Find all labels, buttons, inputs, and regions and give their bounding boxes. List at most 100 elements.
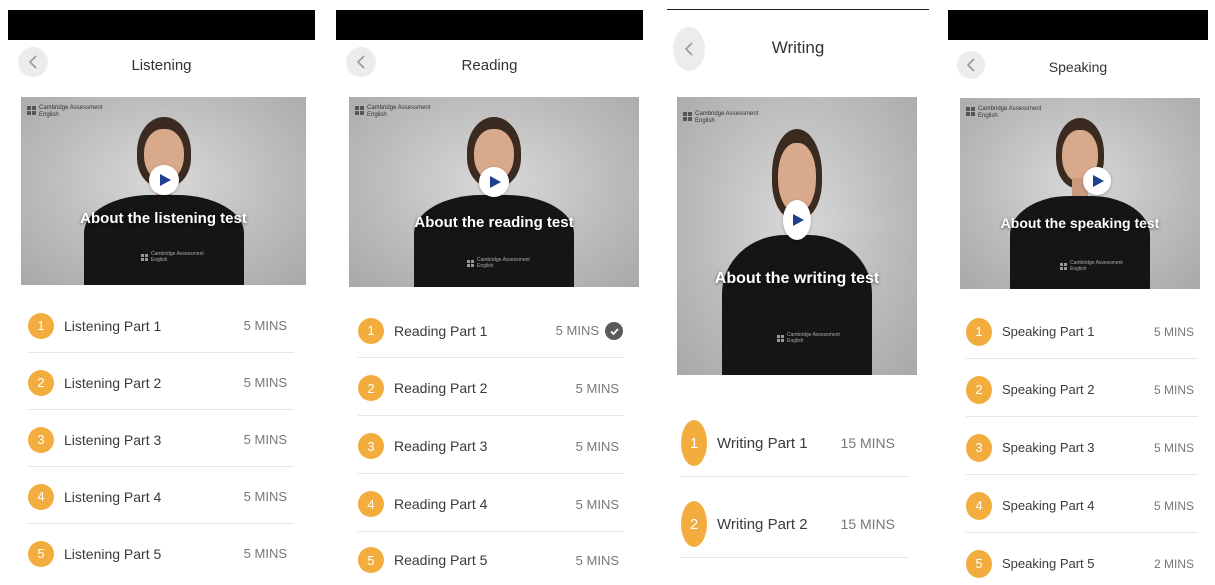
- shirt-logo: Cambridge Assessment English: [141, 251, 204, 263]
- part-row[interactable]: 3 Reading Part 3 5 MINS: [358, 418, 623, 474]
- listening-screen: Listening Cambridge Assessment English Ca…: [8, 0, 315, 585]
- row-divider: [358, 357, 623, 358]
- part-number-badge: 2: [966, 375, 992, 404]
- part-duration: 5 MINS: [243, 432, 287, 447]
- part-row[interactable]: 4 Speaking Part 4 5 MINS: [966, 478, 1198, 533]
- part-duration: 15 MINS: [840, 516, 895, 532]
- page-title: Speaking: [1048, 59, 1108, 75]
- row-divider: [681, 557, 909, 558]
- part-number-badge: 1: [358, 317, 384, 344]
- video-caption: About the writing test: [714, 270, 880, 287]
- part-duration: 5 MINS: [575, 380, 619, 396]
- part-duration: 2 MINS: [1153, 556, 1194, 571]
- part-row[interactable]: 4 Listening Part 4 5 MINS: [28, 469, 294, 524]
- part-label: Speaking Part 5: [1002, 556, 1095, 571]
- part-number-badge: 4: [358, 491, 384, 517]
- part-number-badge: 4: [28, 483, 54, 510]
- video-caption: About the reading test: [414, 214, 574, 231]
- part-label: Listening Part 5: [64, 545, 162, 562]
- part-label: Speaking Part 1: [1002, 324, 1095, 339]
- part-row[interactable]: 5 Speaking Part 5 2 MINS: [966, 536, 1198, 585]
- part-label: Speaking Part 4: [1002, 498, 1095, 513]
- part-row[interactable]: 5 Reading Part 5 5 MINS: [358, 534, 623, 585]
- part-label: Reading Part 5: [394, 552, 488, 568]
- part-label: Reading Part 4: [394, 496, 488, 512]
- row-divider: [966, 358, 1198, 359]
- play-button[interactable]: [783, 200, 811, 240]
- intro-video[interactable]: Cambridge Assessment English Cambridge As…: [960, 98, 1200, 289]
- row-divider: [681, 476, 909, 477]
- part-row[interactable]: 3 Listening Part 3 5 MINS: [28, 412, 294, 467]
- part-row[interactable]: 2 Reading Part 2 5 MINS: [358, 360, 623, 416]
- play-icon: [1093, 175, 1104, 187]
- video-caption: About the listening test: [80, 210, 247, 227]
- shirt-logo: Cambridge Assessment English: [1060, 260, 1123, 272]
- status-bar: [948, 10, 1208, 40]
- part-duration: 5 MINS: [575, 496, 619, 512]
- video-caption: About the speaking test: [1000, 215, 1160, 231]
- part-row[interactable]: 1 Listening Part 1 5 MINS: [28, 298, 294, 353]
- part-number-badge: 3: [28, 426, 54, 453]
- part-number-badge: 5: [966, 549, 992, 578]
- part-row[interactable]: 4 Reading Part 4 5 MINS: [358, 476, 623, 532]
- part-label: Reading Part 3: [394, 438, 488, 454]
- part-number-badge: 2: [358, 375, 384, 401]
- part-duration: 5 MINS: [243, 546, 287, 561]
- part-duration: 5 MINS: [555, 323, 599, 338]
- part-number-badge: 5: [358, 547, 384, 573]
- part-duration: 5 MINS: [575, 438, 619, 454]
- row-divider: [358, 531, 623, 532]
- part-row[interactable]: 2 Listening Part 2 5 MINS: [28, 355, 294, 410]
- check-circle-icon: [609, 327, 619, 335]
- row-divider: [28, 466, 294, 467]
- part-label: Listening Part 1: [64, 317, 162, 334]
- top-border: [667, 9, 929, 10]
- part-number-badge: 1: [28, 312, 54, 339]
- part-number-badge: 3: [358, 433, 384, 459]
- play-button[interactable]: [149, 165, 179, 195]
- intro-video[interactable]: Cambridge Assessment English Cambridge As…: [677, 97, 917, 375]
- part-duration: 5 MINS: [243, 489, 287, 504]
- play-button[interactable]: [479, 167, 509, 197]
- part-number-badge: 5: [28, 540, 54, 567]
- part-number-badge: 2: [28, 369, 54, 396]
- intro-video[interactable]: Cambridge Assessment English Cambridge As…: [21, 97, 306, 285]
- shirt-logo: Cambridge Assessment English: [467, 257, 530, 269]
- row-divider: [28, 523, 294, 524]
- play-icon: [793, 214, 804, 226]
- play-icon: [160, 174, 171, 186]
- part-label: Writing Part 2: [717, 515, 808, 533]
- play-button[interactable]: [1083, 167, 1111, 195]
- part-row[interactable]: 2 Speaking Part 2 5 MINS: [966, 362, 1198, 417]
- row-divider: [28, 352, 294, 353]
- row-divider: [358, 415, 623, 416]
- intro-video[interactable]: Cambridge Assessment English Cambridge As…: [349, 97, 639, 287]
- row-divider: [358, 473, 623, 474]
- part-duration: 15 MINS: [840, 435, 895, 451]
- part-number-badge: 1: [681, 420, 707, 466]
- shirt-logo: Cambridge Assessment English: [777, 332, 840, 344]
- cambridge-logo: Cambridge Assessment English: [966, 106, 1041, 120]
- cambridge-logo: Cambridge Assessment English: [27, 105, 102, 119]
- part-row[interactable]: 5 Listening Part 5 5 MINS: [28, 526, 294, 581]
- part-duration: 5 MINS: [1153, 324, 1194, 339]
- part-label: Writing Part 1: [717, 434, 808, 452]
- completed-check: [605, 322, 623, 340]
- cambridge-logo: Cambridge Assessment English: [683, 111, 758, 125]
- part-row[interactable]: 3 Speaking Part 3 5 MINS: [966, 420, 1198, 475]
- part-label: Listening Part 2: [64, 374, 162, 391]
- part-row[interactable]: 2 Writing Part 2 15 MINS: [681, 490, 909, 558]
- play-icon: [490, 176, 501, 188]
- part-duration: 5 MINS: [243, 375, 287, 390]
- writing-screen: Writing Cambridge Assessment English Camb…: [667, 0, 929, 585]
- part-row[interactable]: 1 Reading Part 1 5 MINS: [358, 303, 623, 358]
- part-row[interactable]: 1 Speaking Part 1 5 MINS: [966, 304, 1198, 359]
- speaking-screen: Speaking Cambridge Assessment English Cam…: [948, 0, 1208, 585]
- part-number-badge: 2: [681, 501, 707, 547]
- row-divider: [28, 409, 294, 410]
- part-label: Speaking Part 3: [1002, 440, 1095, 455]
- part-row[interactable]: 1 Writing Part 1 15 MINS: [681, 409, 909, 477]
- row-divider: [966, 532, 1198, 533]
- status-bar: [336, 10, 643, 40]
- page-title: Reading: [461, 57, 518, 74]
